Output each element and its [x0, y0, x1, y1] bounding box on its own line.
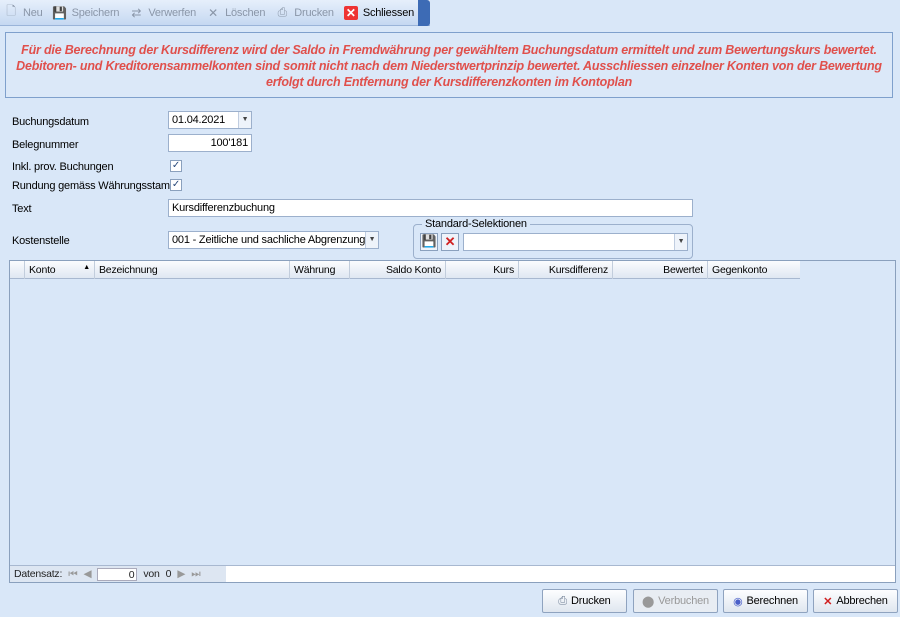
doc-number-input[interactable]: 100'181 [168, 134, 252, 152]
column-header-kursdifferenz[interactable]: Kursdifferenz [519, 261, 613, 279]
text-label: Text [12, 203, 32, 215]
delete-button[interactable]: ✕ Löschen [206, 6, 265, 20]
of-label: von [143, 568, 160, 580]
column-header-konto[interactable]: Konto ▲ [25, 261, 95, 279]
chevron-down-icon[interactable]: ▼ [238, 112, 251, 128]
save-icon: 💾 [421, 234, 437, 248]
toolbar: 🗋 Neu 💾 Speichern ⇄ Verwerfen ✕ Löschen ⎙ Dru… [0, 0, 430, 26]
last-record-button[interactable]: ⏭ [191, 568, 200, 581]
info-message: Für die Berechnung der Kursdifferenz wir… [5, 32, 893, 98]
cost-center-label: Kostenstelle [12, 235, 70, 247]
close-button[interactable]: ✕ Schliessen [343, 5, 414, 20]
record-navigator: Datensatz: ⏮ ◀ 0 von 0 ▶ ⏭ [10, 565, 895, 582]
calculate-button[interactable]: ◉ Berechnen [723, 589, 808, 613]
sort-ascending-icon: ▲ [83, 264, 90, 271]
date-picker[interactable]: 01.04.2021 ▼ [168, 111, 252, 129]
print-button-bottom[interactable]: ⎙ Drucken [542, 589, 627, 613]
calculate-icon: ◉ [733, 595, 743, 608]
record-total: 0 [165, 568, 172, 580]
grid-header: Konto ▲ Bezeichnung Währung Saldo Konto K… [10, 261, 800, 279]
previous-record-button[interactable]: ◀ [83, 568, 91, 580]
column-header-kurs[interactable]: Kurs [446, 261, 519, 279]
column-header-saldo[interactable]: Saldo Konto [350, 261, 446, 279]
post-button[interactable]: ⬤ Verbuchen [633, 589, 718, 613]
cancel-button[interactable]: ✕ Abbrechen [813, 589, 898, 613]
record-label: Datensatz: [14, 568, 63, 580]
column-header-bezeichnung[interactable]: Bezeichnung [95, 261, 290, 279]
first-record-button[interactable]: ⏮ [68, 568, 77, 581]
rounding-checkbox[interactable]: ✓ [170, 179, 182, 191]
text-input[interactable]: Kursdifferenzbuchung [168, 199, 693, 217]
cost-center-select[interactable]: 001 - Zeitliche und sachliche Abgrenzung… [168, 231, 379, 249]
discard-icon: ⇄ [131, 5, 142, 20]
column-header-gegenkonto[interactable]: Gegenkonto [708, 261, 800, 279]
record-position-input[interactable]: 0 [97, 567, 138, 581]
row-selector-header [10, 261, 25, 279]
new-document-icon: 🗋 [6, 4, 16, 18]
date-label: Buchungsdatum [12, 116, 89, 128]
selection-select[interactable]: ▼ [463, 233, 688, 251]
column-header-bewertet[interactable]: Bewertet [613, 261, 708, 279]
chevron-down-icon[interactable]: ▼ [674, 234, 687, 250]
column-header-waehrung[interactable]: Währung [290, 261, 350, 279]
save-button[interactable]: 💾 Speichern [52, 5, 119, 20]
next-record-button[interactable]: ▶ [177, 568, 185, 580]
new-button[interactable]: 🗋 Neu [4, 4, 43, 20]
printer-icon: ⎙ [277, 5, 288, 19]
delete-icon: ✕ [208, 5, 218, 20]
save-icon: 💾 [52, 5, 67, 20]
cancel-icon: ✕ [823, 595, 833, 608]
chevron-down-icon[interactable]: ▼ [365, 232, 378, 248]
rounding-label: Rundung gemäss Währungsstamm [12, 180, 179, 192]
toolbar-overflow-button[interactable] [418, 0, 430, 26]
save-selection-button[interactable]: 💾 [420, 233, 438, 251]
standard-selections-label: Standard-Selektionen [422, 218, 530, 230]
post-icon: ⬤ [642, 595, 655, 608]
prov-label: Inkl. prov. Buchungen [12, 161, 114, 173]
delete-icon: ✕ [444, 234, 456, 249]
print-button[interactable]: ⎙ Drucken [275, 5, 334, 20]
close-icon: ✕ [343, 5, 358, 20]
discard-button[interactable]: ⇄ Verwerfen [129, 6, 196, 20]
delete-selection-button[interactable]: ✕ [441, 233, 459, 251]
doc-number-label: Belegnummer [12, 139, 79, 151]
prov-checkbox[interactable]: ✓ [170, 160, 182, 172]
printer-icon: ⎙ [558, 594, 568, 607]
data-grid: Konto ▲ Bezeichnung Währung Saldo Konto K… [9, 260, 896, 583]
